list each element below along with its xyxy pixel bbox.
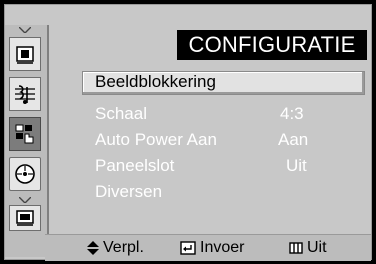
- page-title: CONFIGURATIE: [177, 30, 367, 60]
- sidebar: [5, 25, 49, 257]
- channel-icon: [16, 210, 34, 226]
- footer-hints: Verpl. Invoer Uit: [45, 234, 371, 261]
- hint-exit: Uit: [289, 239, 327, 257]
- setup-icon: [15, 124, 34, 144]
- hint-exit-label: Uit: [307, 239, 327, 256]
- up-down-arrow-icon: [87, 241, 99, 255]
- menu-item-auto-power-aan[interactable]: Auto Power Aan: [95, 130, 217, 150]
- sound-icon: [15, 85, 35, 104]
- sidebar-item-setup[interactable]: [9, 117, 41, 151]
- menu-item-paneelslot[interactable]: Paneelslot: [95, 156, 174, 176]
- hint-move: Verpl.: [87, 239, 144, 257]
- hint-enter: Invoer: [180, 239, 244, 257]
- osd-screen: CONFIGURATIE Beeldblokkering Schaal 4:3 …: [0, 0, 376, 264]
- menu-item-schaal[interactable]: Schaal: [95, 104, 147, 124]
- enter-icon: [180, 241, 196, 255]
- sidebar-item-picture[interactable]: [9, 37, 41, 71]
- exit-icon: [289, 242, 303, 254]
- input-icon: [15, 164, 35, 184]
- sidebar-item-sound[interactable]: [9, 77, 41, 111]
- menu-value-schaal: 4:3: [280, 104, 304, 123]
- hint-move-label: Verpl.: [103, 239, 144, 256]
- sidebar-item-channel[interactable]: [9, 205, 41, 231]
- hint-enter-label: Invoer: [200, 239, 245, 256]
- menu-item-diversen[interactable]: Diversen: [95, 182, 162, 202]
- menu-value-paneelslot: Uit: [286, 156, 307, 175]
- scroll-up-icon: [19, 27, 31, 33]
- menu-value-auto-power-aan: Aan: [278, 130, 309, 149]
- picture-icon: [16, 46, 34, 64]
- scroll-down-icon: [19, 197, 31, 203]
- menu-item-beeldblokkering[interactable]: Beeldblokkering: [95, 72, 216, 92]
- osd-window: CONFIGURATIE Beeldblokkering Schaal 4:3 …: [4, 4, 372, 261]
- sidebar-item-input[interactable]: [9, 157, 41, 191]
